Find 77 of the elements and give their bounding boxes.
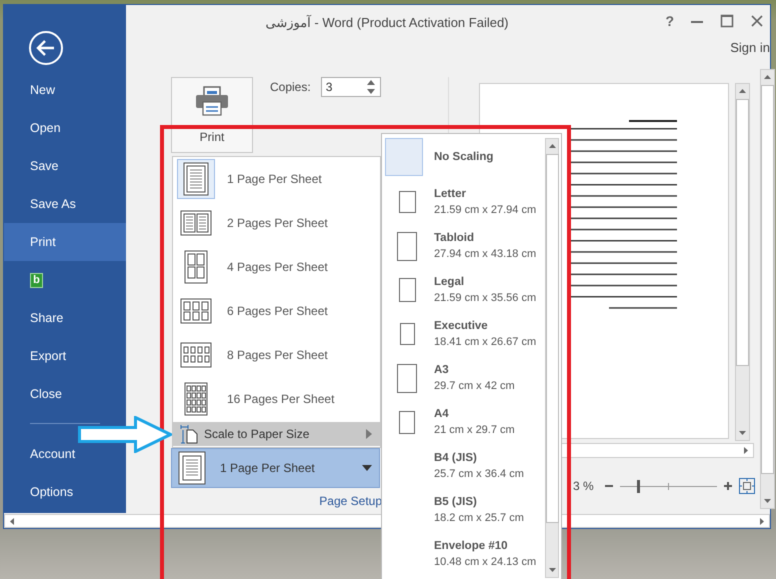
- paper-dimensions: 18.41 cm x 26.67 cm: [434, 336, 536, 348]
- paper-dimensions: 25.7 cm x 36.4 cm: [434, 468, 524, 480]
- paper-dimensions: 27.94 cm x 43.18 cm: [434, 248, 536, 260]
- submenu-arrow-icon: [366, 429, 372, 439]
- add-in-icon[interactable]: b: [30, 272, 43, 288]
- zoom-in-icon[interactable]: [723, 481, 734, 491]
- pages-per-sheet-option[interactable]: 6 Pages Per Sheet: [173, 289, 380, 333]
- close-icon[interactable]: [750, 14, 764, 28]
- paper-size-option[interactable]: Legal 21.59 cm x 35.56 cm: [385, 268, 545, 312]
- page-setup-link[interactable]: Page Setup: [319, 494, 382, 508]
- pages-per-sheet-option[interactable]: 8 Pages Per Sheet: [173, 333, 380, 377]
- paper-dimensions: 21 cm x 29.7 cm: [434, 424, 515, 436]
- copies-spinner[interactable]: 3: [320, 77, 381, 97]
- print-button[interactable]: Print: [171, 77, 253, 153]
- pages-per-sheet-option[interactable]: 2 Pages Per Sheet: [173, 201, 380, 245]
- paper-dimensions: 21.59 cm x 35.56 cm: [434, 292, 536, 304]
- sidebar-item[interactable]: Share: [4, 299, 126, 337]
- paper-size-option[interactable]: A3 29.7 cm x 42 cm: [385, 356, 545, 400]
- spin-arrows-icon[interactable]: [366, 78, 376, 96]
- pages-per-sheet-option[interactable]: 4 Pages Per Sheet: [173, 245, 380, 289]
- zoom-percentage: 3 %: [573, 479, 594, 493]
- paper-sheet-icon: [398, 191, 416, 213]
- maximize-icon[interactable]: [720, 14, 734, 28]
- sidebar-item[interactable]: Open: [4, 109, 126, 147]
- copies-label: Copies:: [270, 80, 311, 94]
- paper-size-name: Letter: [434, 188, 467, 200]
- paper-sheet-icon: [397, 364, 417, 392]
- fit-to-window-icon[interactable]: [739, 478, 756, 494]
- sidebar-item[interactable]: Account: [4, 435, 126, 473]
- paper-size-name: A3: [434, 364, 450, 376]
- paper-size-name: Legal: [434, 276, 466, 288]
- paper-size-name: A4: [434, 408, 450, 420]
- paper-size-option[interactable]: Executive 18.41 cm x 26.67 cm: [385, 312, 545, 356]
- paper-dimensions: 29.7 cm x 42 cm: [434, 380, 515, 392]
- scale-page-icon: [180, 424, 198, 444]
- caret-icon: [362, 465, 372, 471]
- menu-scrollbar[interactable]: [545, 138, 559, 578]
- paper-size-name: Executive: [434, 320, 489, 332]
- paper-size-option[interactable]: A4 21 cm x 29.7 cm: [385, 400, 545, 444]
- sign-in-link[interactable]: Sign in: [730, 40, 770, 55]
- vertical-scrollbar[interactable]: [760, 69, 775, 509]
- paper-sheet-icon: [397, 232, 417, 260]
- paper-size-name: No Scaling: [434, 151, 494, 163]
- sidebar-item[interactable]: Close: [4, 375, 126, 413]
- paper-size-name: B5 (JIS): [434, 496, 478, 508]
- paper-sheet-icon: [399, 410, 415, 434]
- sidebar-item[interactable]: Save: [4, 147, 126, 185]
- printer-icon: [195, 86, 229, 116]
- sidebar-item[interactable]: New: [4, 71, 126, 109]
- paper-size-option[interactable]: Envelope #10 10.48 cm x 24.13 cm: [385, 532, 545, 576]
- preview-scrollbar[interactable]: [735, 83, 750, 441]
- paper-size-option[interactable]: B5 (JIS) 18.2 cm x 25.7 cm: [385, 488, 545, 532]
- window-title: آموزشی - Word (Product Activation Failed): [265, 15, 509, 31]
- pages-per-sheet-dropdown[interactable]: 1 Page Per Sheet: [171, 448, 380, 488]
- paper-size-option[interactable]: Letter 21.59 cm x 27.94 cm: [385, 180, 545, 224]
- paper-size-option[interactable]: No Scaling: [385, 137, 545, 177]
- page-icon: [178, 451, 206, 485]
- paper-dimensions: 21.59 cm x 27.94 cm: [434, 204, 536, 216]
- paper-dimensions: 18.2 cm x 25.7 cm: [434, 512, 524, 524]
- scale-to-paper-size-item[interactable]: Scale to Paper Size: [173, 422, 380, 446]
- sidebar-item[interactable]: Options: [4, 473, 126, 511]
- pages-per-sheet-option[interactable]: 16 Pages Per Sheet: [173, 377, 380, 421]
- pages-per-sheet-option[interactable]: 1 Page Per Sheet: [173, 157, 380, 201]
- paper-size-name: Envelope #10: [434, 540, 509, 552]
- preview-horizontal-scrollbar[interactable]: [561, 443, 754, 458]
- paper-dimensions: 10.48 cm x 24.13 cm: [434, 556, 536, 568]
- paper-size-option[interactable]: Tabloid 27.94 cm x 43.18 cm: [385, 224, 545, 268]
- help-button[interactable]: ?: [665, 13, 674, 29]
- sidebar-item[interactable]: Save As: [4, 185, 126, 223]
- paper-sheet-icon: [398, 278, 416, 302]
- paper-size-name: B4 (JIS): [434, 452, 478, 464]
- paper-size-name: Tabloid: [434, 232, 476, 244]
- sidebar-item[interactable]: Export: [4, 337, 126, 375]
- paper-size-option[interactable]: B4 (JIS) 25.7 cm x 36.4 cm: [385, 444, 545, 488]
- paper-sheet-icon: [400, 323, 414, 345]
- sidebar-item[interactable]: Print: [4, 223, 126, 261]
- zoom-slider[interactable]: [620, 480, 718, 492]
